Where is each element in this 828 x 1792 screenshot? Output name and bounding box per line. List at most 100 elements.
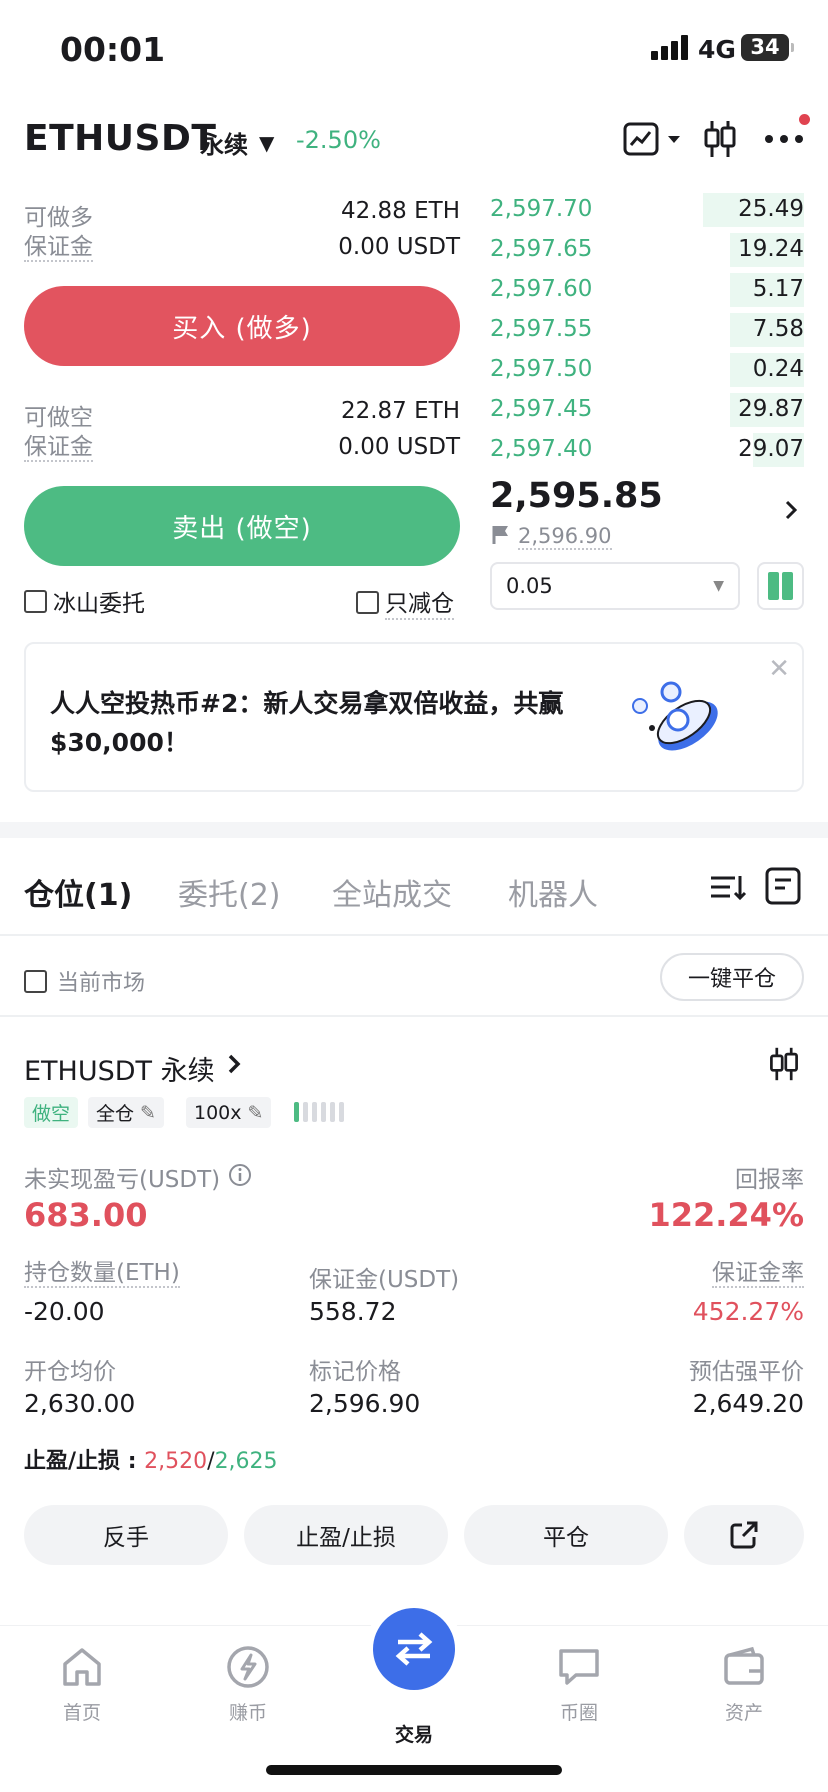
margin-mode-label: 全仓 <box>96 1103 135 1125</box>
select-caret-icon: ▼ <box>713 578 724 594</box>
edit-pencil-icon: ✎ <box>140 1101 156 1124</box>
margin-label: 保证金(USDT) <box>309 1267 460 1293</box>
long-margin-label: 保证金 <box>24 234 93 262</box>
position-symbol[interactable]: ETHUSDT 永续 <box>24 1049 215 1088</box>
order-book-price[interactable]: 2,597.40 <box>490 436 592 462</box>
last-price[interactable]: 2,595.85 <box>490 476 663 516</box>
tab-orders[interactable]: 委托(2) <box>178 870 281 914</box>
filter-divider <box>0 1015 828 1017</box>
nav-trade-label[interactable]: 交易 <box>359 1720 469 1747</box>
nav-assets[interactable]: 资产 <box>689 1644 799 1725</box>
order-book-quantity[interactable]: 5.17 <box>753 276 804 302</box>
order-book-quantity[interactable]: 0.24 <box>753 356 804 382</box>
earn-icon <box>227 1646 269 1688</box>
close-position-button[interactable]: 平仓 <box>464 1505 668 1565</box>
tab-bots[interactable]: 机器人 <box>508 870 598 914</box>
reverse-position-button[interactable]: 反手 <box>24 1505 228 1565</box>
entry-price-label: 开仓均价 <box>24 1359 116 1385</box>
chevron-right-icon[interactable] <box>226 1052 242 1080</box>
order-book-quantity[interactable]: 25.49 <box>738 196 804 222</box>
chat-icon <box>559 1649 599 1685</box>
side-tag: 做空 <box>24 1097 79 1128</box>
mark-price-value: 2,596.90 <box>309 1389 421 1418</box>
reduce-only-checkbox[interactable] <box>356 590 379 614</box>
order-book-quantity[interactable]: 29.07 <box>738 436 804 462</box>
mark-price-label: 标记价格 <box>309 1359 401 1385</box>
tp-sl-row: 止盈/止损 : 2,520/2,625 <box>24 1449 278 1474</box>
depth-step-select[interactable]: 0.05 ▼ <box>490 562 740 610</box>
nav-community-label: 币圈 <box>559 1702 598 1724</box>
sell-short-button[interactable]: 卖出 (做空) <box>24 486 460 566</box>
order-book-quantity[interactable]: 19.24 <box>738 236 804 262</box>
tab-market-trades[interactable]: 全站成交 <box>332 870 452 914</box>
current-market-filter[interactable]: 当前市场 <box>24 965 145 997</box>
liquidation-price-value: 2,649.20 <box>692 1389 804 1418</box>
more-icon[interactable] <box>762 118 806 160</box>
risk-level-bar <box>303 1102 308 1122</box>
close-icon[interactable]: ✕ <box>768 654 790 684</box>
contract-type[interactable]: 永续 <box>200 125 248 160</box>
risk-level-bar <box>330 1102 335 1122</box>
tab-positions[interactable]: 仓位(1) <box>24 870 132 914</box>
order-book-price[interactable]: 2,597.70 <box>490 196 592 222</box>
close-all-button[interactable]: 一键平仓 <box>660 953 804 1001</box>
nav-assets-label: 资产 <box>724 1702 763 1724</box>
banner-text: 人人空投热币#2：新人交易拿双倍收益，共赢$30,000！ <box>50 689 564 757</box>
chevron-right-icon[interactable] <box>783 498 799 526</box>
trade-swap-icon[interactable] <box>373 1608 455 1690</box>
promo-banner[interactable]: 人人空投热币#2：新人交易拿双倍收益，共赢$30,000！ ✕ <box>24 642 804 792</box>
long-available-value: 42.88 ETH <box>340 198 460 224</box>
nav-home-label: 首页 <box>62 1702 101 1724</box>
info-icon[interactable] <box>228 1163 252 1191</box>
stop-loss-value: 2,625 <box>214 1449 278 1474</box>
caret-down-icon[interactable]: ▼ <box>259 131 274 155</box>
liquidation-price-label: 预估强平价 <box>689 1359 804 1385</box>
margin-mode-tag[interactable]: 全仓 ✎ <box>88 1097 164 1128</box>
nav-earn[interactable]: 赚币 <box>193 1644 303 1725</box>
order-book-quantity[interactable]: 29.87 <box>738 396 804 422</box>
signal-icon <box>651 34 691 60</box>
position-size-value: -20.00 <box>24 1297 105 1326</box>
order-book-quantity[interactable]: 7.58 <box>753 316 804 342</box>
candlestick-icon[interactable] <box>768 1046 800 1086</box>
margin-ratio-label: 保证金率 <box>712 1260 804 1288</box>
short-margin-label: 保证金 <box>24 434 93 462</box>
candlestick-icon[interactable] <box>700 118 740 160</box>
short-available-label: 可做空 <box>24 405 93 431</box>
long-available-label: 可做多 <box>24 205 93 231</box>
risk-level-bar <box>321 1102 326 1122</box>
order-book-price[interactable]: 2,597.55 <box>490 316 592 342</box>
order-book-price[interactable]: 2,597.65 <box>490 236 592 262</box>
order-book-price[interactable]: 2,597.45 <box>490 396 592 422</box>
wallet-icon <box>724 1646 764 1685</box>
mark-price: 2,596.90 <box>518 524 612 550</box>
home-icon <box>63 1648 101 1686</box>
reduce-only-option[interactable]: 只减仓 <box>356 584 454 620</box>
chart-toggle-icon[interactable] <box>618 118 688 160</box>
order-book-price[interactable]: 2,597.50 <box>490 356 592 382</box>
coins-illustration-icon <box>626 676 746 770</box>
tp-sl-button[interactable]: 止盈/止损 <box>244 1505 448 1565</box>
unrealized-pnl-label: 未实现盈亏(USDT) <box>24 1167 221 1193</box>
leverage-tag[interactable]: 100x ✎ <box>186 1097 272 1128</box>
current-market-checkbox[interactable] <box>24 969 47 993</box>
book-layout-icon[interactable] <box>757 562 804 610</box>
nav-home[interactable]: 首页 <box>27 1644 137 1725</box>
status-time: 00:01 <box>60 30 166 69</box>
depth-step-value: 0.05 <box>506 574 553 598</box>
risk-level-bar <box>339 1102 344 1122</box>
notification-dot <box>799 114 810 125</box>
iceberg-order-option[interactable]: 冰山委托 <box>24 584 145 618</box>
short-available-value: 22.87 ETH <box>340 398 460 424</box>
order-book-price[interactable]: 2,597.60 <box>490 276 592 302</box>
history-document-icon[interactable] <box>764 866 802 910</box>
buy-long-button[interactable]: 买入 (做多) <box>24 286 460 366</box>
iceberg-checkbox[interactable] <box>24 589 47 613</box>
sort-list-icon[interactable] <box>708 870 748 908</box>
share-icon[interactable] <box>684 1505 804 1565</box>
home-indicator <box>266 1765 562 1775</box>
symbol-title[interactable]: ETHUSDT <box>24 118 216 159</box>
nav-community[interactable]: 币圈 <box>524 1644 634 1725</box>
reduce-only-label: 只减仓 <box>385 584 454 620</box>
entry-price-value: 2,630.00 <box>24 1389 136 1418</box>
